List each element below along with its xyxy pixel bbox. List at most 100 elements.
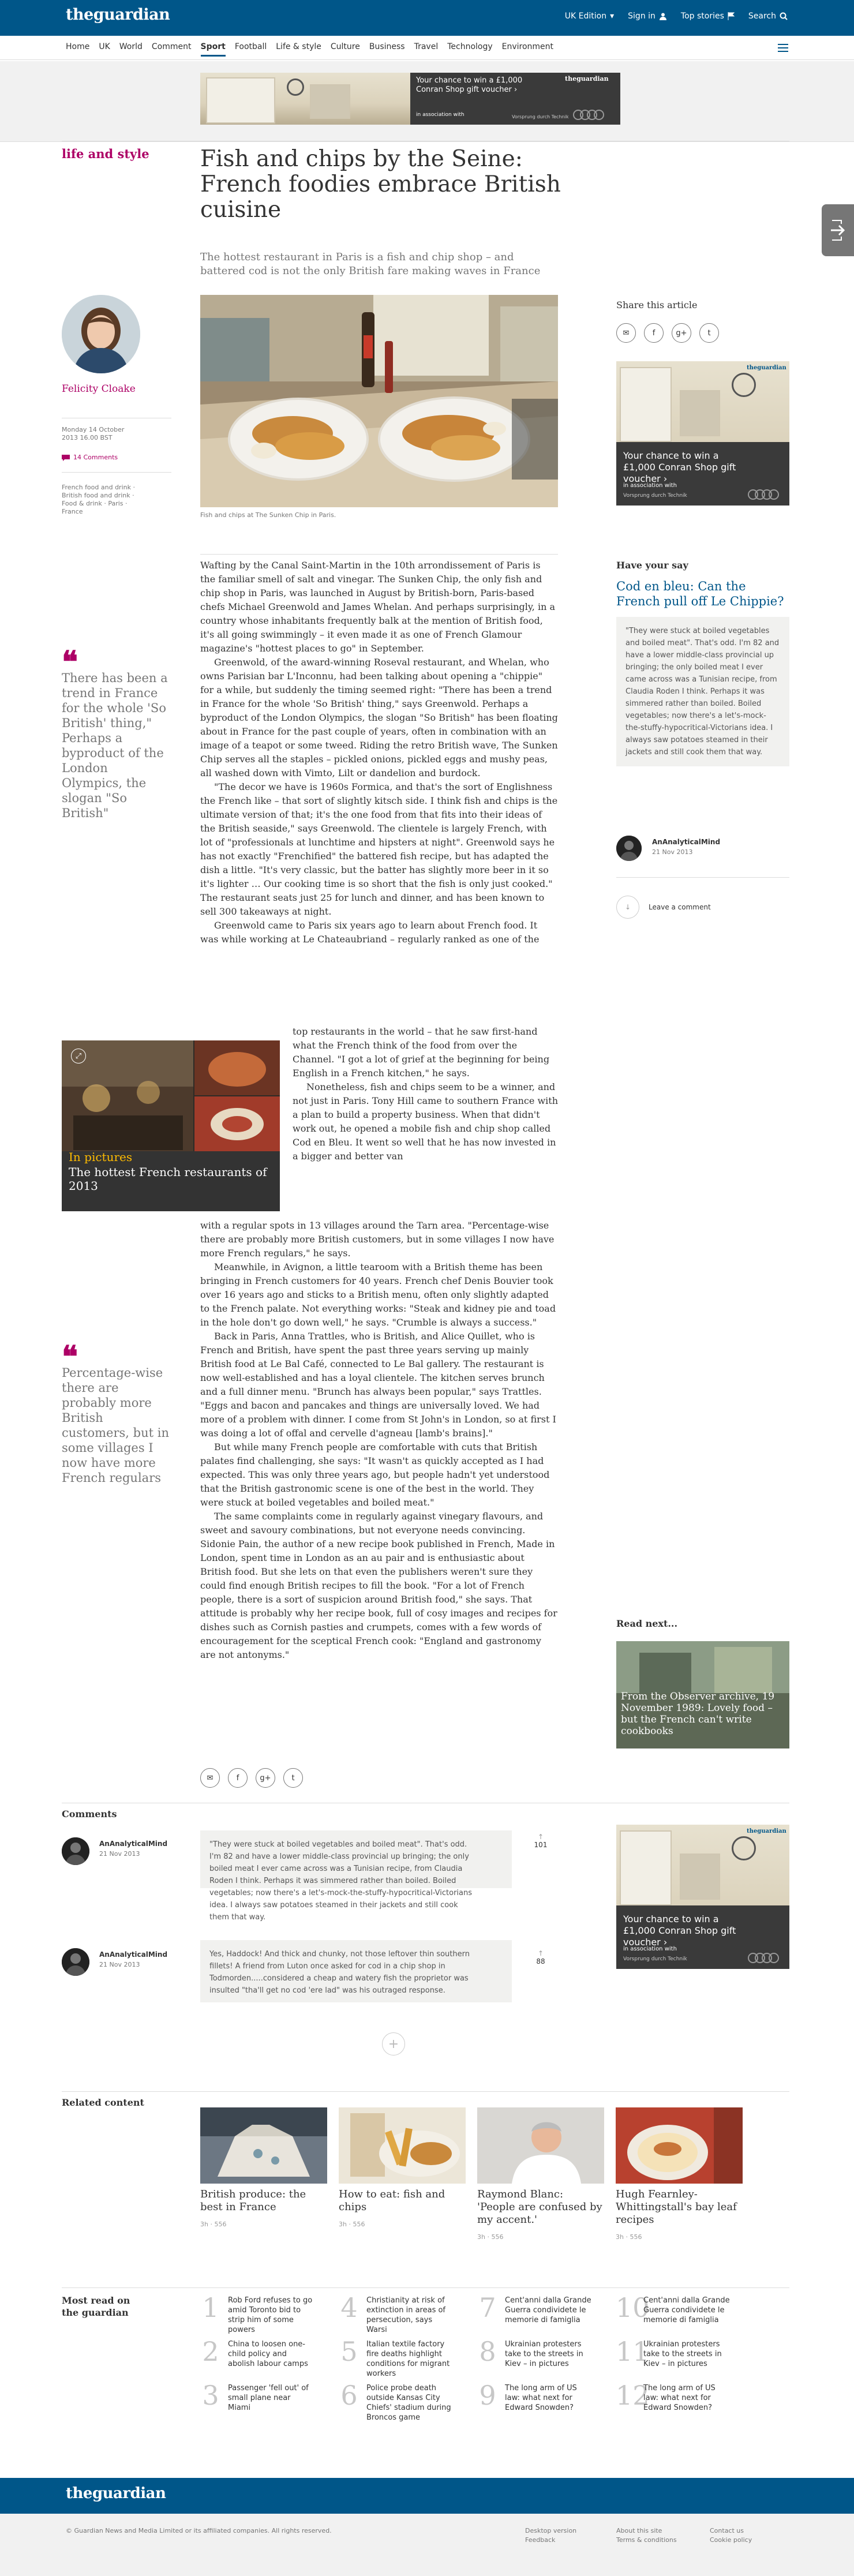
user-icon [659,12,667,20]
pull-quote-text: There has been a trend in France for the… [62,671,168,820]
signin-link[interactable]: Sign in [628,12,667,21]
footer-link[interactable]: Feedback [525,2536,555,2545]
section-kicker[interactable]: life and style [62,147,149,161]
side-ad-brand: theguardian [747,365,786,371]
guardian-logo[interactable]: theguardian [66,6,170,24]
top-ad[interactable]: Your chance to win a £1,000 Conran Shop … [200,73,620,125]
commenter-avatar[interactable] [62,1837,89,1865]
most-read-rank: 2 [202,2336,219,2367]
side-ad[interactable]: Your chance to win a £1,000 Conran Shop … [616,361,789,506]
paragraph: "The decor we have is 1960s Formica, and… [200,781,558,917]
nav-item-world[interactable]: World [119,42,143,57]
recommend-button[interactable]: ↑ 88 [529,1949,552,1965]
nav-item-comment[interactable]: Comment [152,42,192,57]
related-image [200,2107,327,2184]
most-read-item[interactable]: 6 Police probe death outside Kansas City … [339,2382,471,2423]
comment-text: "They were stuck at boiled vegetables an… [200,1830,512,1922]
most-read-rank: 4 [340,2292,358,2323]
article-tags[interactable]: French food and drink · British food and… [62,484,143,516]
most-read-item[interactable]: 10 Cent'anni dalla Grande Guerra condivid… [616,2294,748,2325]
nav-item-sport[interactable]: Sport [200,42,226,57]
edition-selector[interactable]: UK Edition ▾ [565,12,614,21]
footer-link[interactable]: Contact us [710,2526,744,2536]
footer: theguardian © Guardian News and Media Li… [0,2478,854,2576]
googleplus-icon[interactable]: g+ [256,1768,275,1788]
nav-item-uk[interactable]: UK [99,42,110,57]
ad-banner-bar: Your chance to win a £1,000 Conran Shop … [0,61,854,142]
related-card[interactable]: Raymond Blanc: 'People are confused by m… [477,2107,604,2241]
author-name[interactable]: Felicity Cloake [62,383,136,395]
have-your-say-question[interactable]: Cod en bleu: Can the French pull off Le … [616,579,789,609]
related-card[interactable]: Hugh Fearnley-Whittingstall's bay leaf r… [616,2107,743,2241]
nav-item-business[interactable]: Business [369,42,405,57]
top-stories-link[interactable]: Top stories [681,12,735,21]
nav-item-home[interactable]: Home [66,42,89,57]
expand-icon[interactable]: ⤢ [71,1049,86,1064]
footer-link[interactable]: Desktop version [525,2526,576,2536]
related-card[interactable]: British produce: the best in France 3h ·… [200,2107,327,2228]
most-read-item[interactable]: 12 The long arm of US law: what next for … [616,2382,748,2413]
load-more-comments-button[interactable]: + [382,2032,405,2055]
email-icon[interactable]: ✉ [616,323,636,343]
nav-item-life-style[interactable]: Life & style [276,42,321,57]
share-label: Share this article [616,299,698,310]
footer-link[interactable]: Cookie policy [710,2536,752,2545]
facebook-icon[interactable]: f [644,323,664,343]
nav-item-culture[interactable]: Culture [331,42,360,57]
most-read-title: Police probe death outside Kansas City C… [366,2384,451,2422]
facebook-icon[interactable]: f [228,1768,248,1788]
recommend-button[interactable]: ↑ 101 [529,1833,552,1849]
section-nav: Home UK World Comment Sport Football Life & st… [0,36,854,60]
comment-user[interactable]: AnAnalyticalMind [99,1950,167,1959]
related-card[interactable]: How to eat: fish and chips 3h · 556 [339,2107,466,2228]
share-sidebar-toggle[interactable] [822,204,854,256]
most-read-item[interactable]: 8 Ukrainian protesters take to the street… [477,2338,610,2369]
footer-link[interactable]: Terms & conditions [616,2536,677,2545]
most-read-item[interactable]: 4 Christianity at risk of extinction in a… [339,2294,471,2335]
signin-label: Sign in [628,12,656,21]
most-read-title: China to loosen one-child policy and abo… [228,2340,308,2368]
comments-count: 14 Comments [73,454,118,461]
hys-user[interactable]: AnAnalyticalMind [652,838,720,846]
divider [62,2091,789,2092]
side-ad-headline: Your chance to win a £1,000 Conran Shop … [623,450,736,484]
footer-logo[interactable]: theguardian [66,2485,166,2502]
hero-caption: Fish and chips at The Sunken Chip in Par… [200,511,336,519]
edition-label: UK Edition [564,12,607,21]
quote-mark-icon: ❝ [62,645,78,680]
most-read-item[interactable]: 9 The long arm of US law: what next for E… [477,2382,610,2413]
comments-count-link[interactable]: 14 Comments [62,454,118,462]
email-icon[interactable]: ✉ [200,1768,220,1788]
nav-item-travel[interactable]: Travel [414,42,439,57]
menu-icon[interactable] [778,44,788,52]
masthead: theguardian UK Edition ▾ Sign in Top stor… [0,0,854,36]
googleplus-icon[interactable]: g+ [672,323,691,343]
search-link[interactable]: Search [748,12,788,21]
author-avatar[interactable] [62,295,140,373]
footer-link[interactable]: About this site [616,2526,662,2536]
most-read-title: Rob Ford refuses to go amid Toronto bid … [228,2296,313,2334]
twitter-icon[interactable]: t [699,323,719,343]
nav-item-environment[interactable]: Environment [502,42,553,57]
divider [616,877,789,878]
most-read-item[interactable]: 3 Passenger 'fell out' of small plane nea… [200,2382,333,2413]
related-image [616,2107,743,2184]
twitter-icon[interactable]: t [283,1768,303,1788]
nav-item-technology[interactable]: Technology [447,42,492,57]
commenter-avatar[interactable] [616,836,642,861]
side-ad-2[interactable]: Your chance to win a £1,000 Conran Shop … [616,1825,789,1969]
most-read-item[interactable]: 2 China to loosen one-child policy and ab… [200,2338,333,2369]
chevron-down-icon: ▾ [610,12,615,21]
read-next-card[interactable]: From the Observer archive, 19 November 1… [616,1641,789,1748]
most-read-item[interactable]: 11 Ukrainian protesters take to the stree… [616,2338,748,2369]
most-read-item[interactable]: 5 Italian textile factory fire deaths hig… [339,2338,471,2379]
most-read-item[interactable]: 7 Cent'anni dalla Grande Guerra condivide… [477,2294,610,2325]
in-pictures-gallery[interactable]: ⤢ In pictures The hottest French restaur… [62,1040,280,1211]
comment-user[interactable]: AnAnalyticalMind [99,1840,167,1848]
leave-comment-button[interactable]: ↓ Leave a comment [616,896,711,919]
commenter-avatar[interactable] [62,1948,89,1976]
article-body-part2: top restaurants in the world – that he s… [293,1025,558,1163]
most-read-item[interactable]: 1 Rob Ford refuses to go amid Toronto bid… [200,2294,333,2335]
related-meta: 3h · 556 [616,2233,642,2241]
nav-item-football[interactable]: Football [235,42,267,57]
